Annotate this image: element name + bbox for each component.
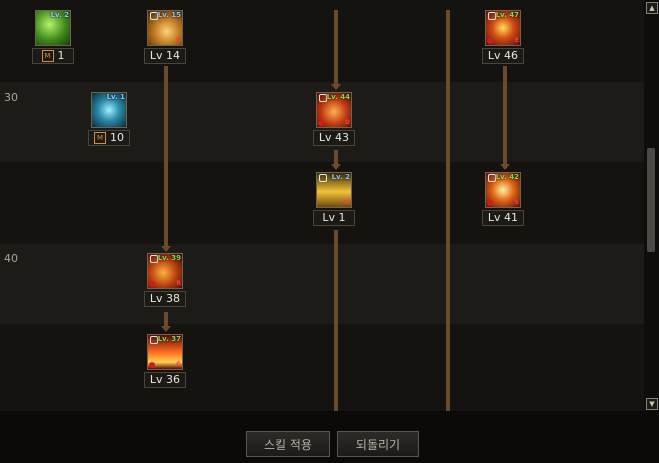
skill-required-level: Lv. 47 (495, 11, 519, 19)
scroll-up-arrow-icon[interactable]: ▲ (646, 2, 658, 14)
connector-line (164, 66, 168, 246)
scroll-thumb[interactable] (647, 148, 655, 252)
connector-arrow (331, 164, 341, 170)
skill-hotkey: G (176, 361, 181, 368)
warning-icon (318, 120, 324, 126)
connector-line (334, 230, 338, 411)
skill-hotkey: S (514, 199, 519, 206)
skill-hotkey: R (176, 280, 181, 287)
level-label-30: 30 (4, 91, 18, 104)
aura-skill-icon[interactable]: Lv. 1 (91, 92, 127, 128)
connector-line (334, 10, 338, 84)
skill-slot[interactable]: Lv. 2 M1 (32, 10, 76, 66)
lightning-skill-icon[interactable]: Lv. 2 (35, 10, 71, 46)
warning-icon (487, 38, 493, 44)
skill-slot[interactable]: Lv. 47 E Lv 46 (482, 10, 526, 66)
connector-line (446, 10, 450, 411)
skill-level-box: Lv 41 (482, 210, 524, 226)
skill-level-box: Lv 1 (313, 210, 355, 226)
burst-skill-icon[interactable]: Lv. 42 S (485, 172, 521, 208)
skill-level-box: M1 (32, 48, 74, 64)
skill-level-box: Lv 43 (313, 130, 355, 146)
flame-strike-skill-icon[interactable]: Lv. 44 D (316, 92, 352, 128)
lock-icon (319, 174, 327, 182)
scroll-down-arrow-icon[interactable]: ▼ (646, 398, 658, 410)
master-badge-icon: M (94, 132, 106, 144)
skill-level-box: M 10 (88, 130, 130, 146)
skill-slot[interactable]: Lv. 42 S Lv 41 (482, 172, 526, 228)
skill-required-level: Lv. 44 (326, 93, 350, 101)
vertical-scrollbar[interactable]: ▲ ▼ (644, 0, 659, 411)
skill-level-text: 10 (110, 131, 124, 144)
skill-level-box: Lv 46 (482, 48, 524, 64)
skill-hotkey: D (345, 119, 350, 126)
light-pillar-skill-icon[interactable]: Lv. 2 W (316, 172, 352, 208)
apply-skills-button[interactable]: 스킬 적용 (246, 431, 330, 457)
skill-required-level: Lv. 2 (331, 173, 350, 181)
skill-level-text: 1 (57, 49, 65, 62)
skill-level-box: Lv 38 (144, 291, 186, 307)
connector-arrow (331, 84, 341, 90)
explosion-skill-icon[interactable]: Lv. 47 E (485, 10, 521, 46)
level-band (0, 244, 644, 324)
connector-line (164, 312, 168, 326)
skill-required-level: Lv. 42 (495, 173, 519, 181)
warning-icon (487, 200, 493, 206)
connector-line (503, 66, 507, 164)
connector-arrow (161, 326, 171, 332)
warning-icon (149, 362, 155, 368)
skill-slot[interactable]: Lv. 2 W Lv 1 (313, 172, 357, 228)
skill-level-box: Lv 36 (144, 372, 186, 388)
skill-level-box: Lv 14 (144, 48, 186, 64)
level-label-40: 40 (4, 252, 18, 265)
revert-button[interactable]: 되돌리기 (337, 431, 419, 457)
skill-required-level: Lv. 1 (106, 93, 125, 101)
fire-pillar-skill-icon[interactable]: Lv. 37 G (147, 334, 183, 370)
warning-icon (149, 281, 155, 287)
skill-hotkey: Q (175, 37, 181, 44)
skill-required-level: Lv. 39 (157, 254, 181, 262)
connector-arrow (161, 246, 171, 252)
level-band (0, 0, 644, 82)
slash-skill-icon[interactable]: Lv. 15 Q (147, 10, 183, 46)
skill-slot[interactable]: Lv. 44 D Lv 43 (313, 92, 357, 148)
skill-slot[interactable]: Lv. 39 R Lv 38 (144, 253, 188, 309)
footer-bar: 스킬 적용 되돌리기 (0, 411, 659, 463)
skill-tree-panel: 30 40 Lv. 2 M1 Lv. 15 Q Lv 14 Lv. 47 E L… (0, 0, 644, 411)
skill-required-level: Lv. 15 (157, 11, 181, 19)
skill-required-level: Lv. 2 (50, 11, 69, 19)
master-badge-icon: M (41, 50, 54, 62)
level-band (0, 324, 644, 411)
skill-required-level: Lv. 37 (157, 335, 181, 343)
fire-wave-skill-icon[interactable]: Lv. 39 R (147, 253, 183, 289)
skill-slot[interactable]: Lv. 15 Q Lv 14 (144, 10, 188, 66)
skill-slot[interactable]: Lv. 37 G Lv 36 (144, 334, 188, 390)
skill-hotkey: W (343, 199, 350, 206)
connector-arrow (500, 164, 510, 170)
skill-hotkey: E (514, 37, 519, 44)
connector-line (334, 150, 338, 164)
skill-slot[interactable]: Lv. 1 M 10 (88, 92, 132, 148)
